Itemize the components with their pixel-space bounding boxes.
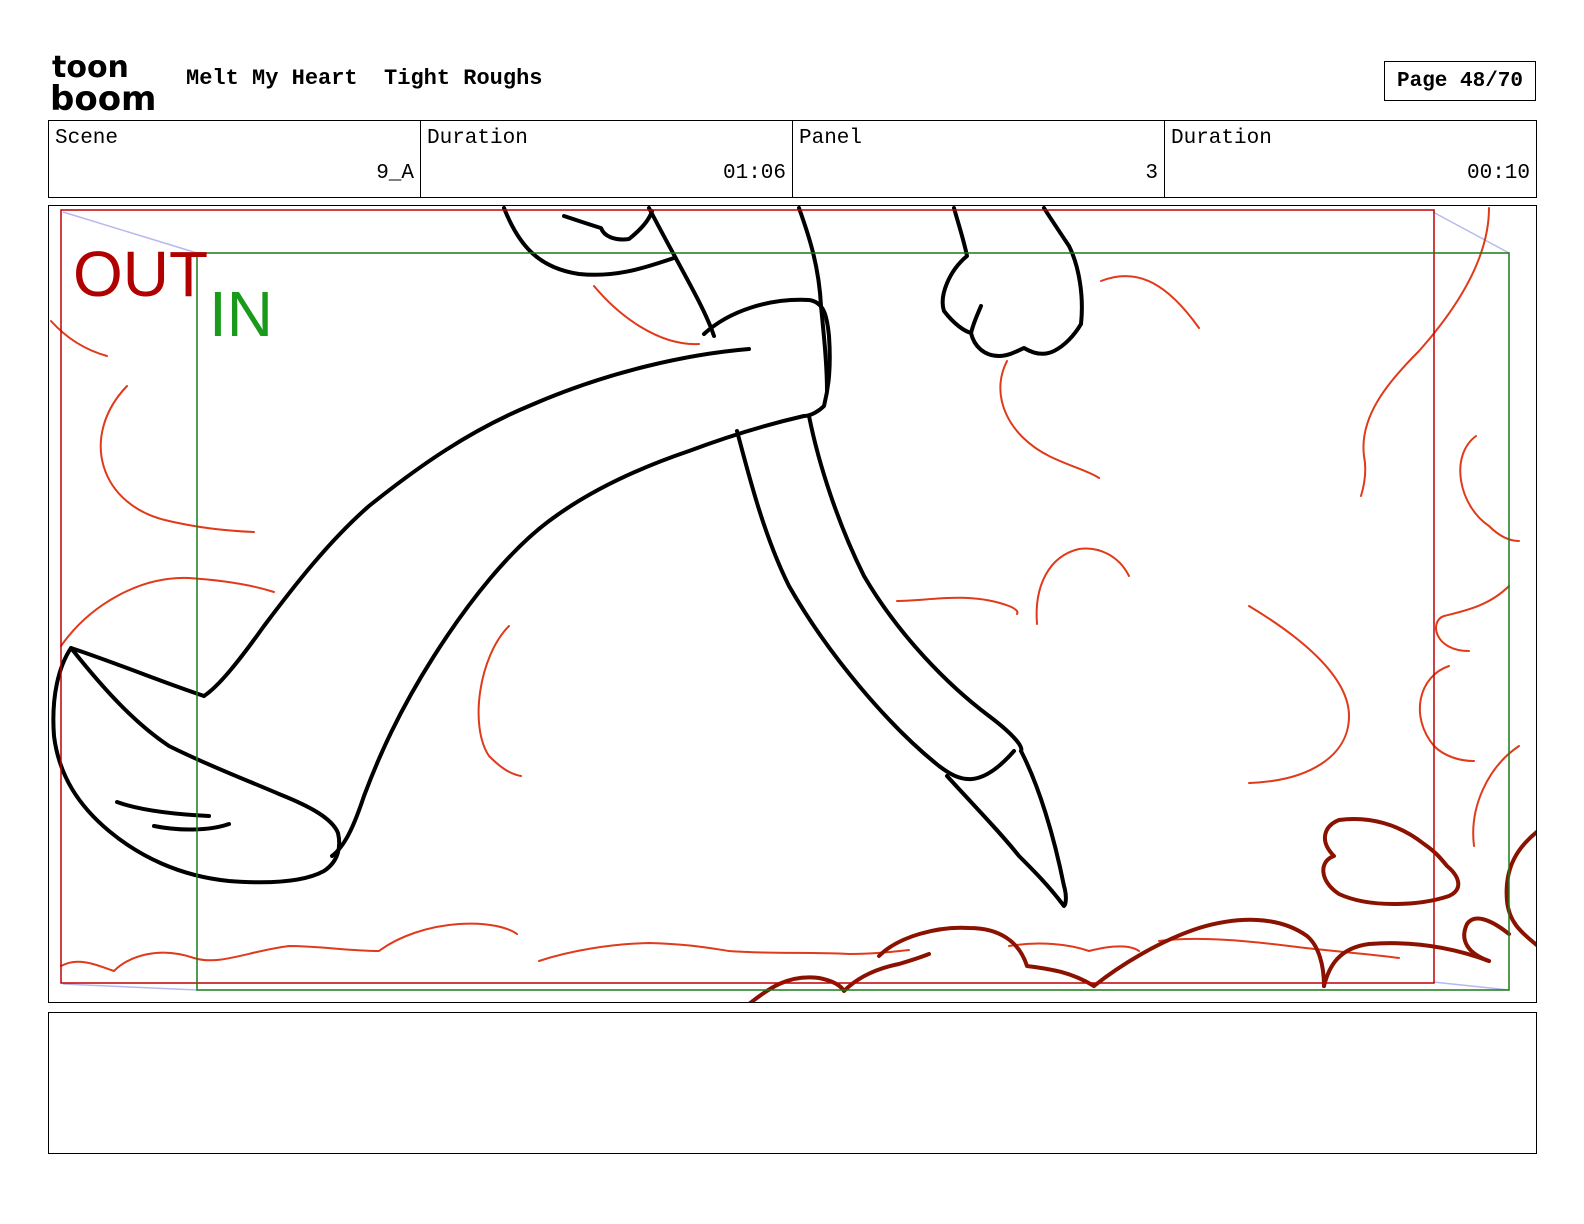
scene-duration-label: Duration [427, 127, 528, 150]
panel-label: Panel [799, 127, 863, 150]
page-label: Page 48/70 [1396, 69, 1524, 93]
info-table: Scene 9_A Duration 01:06 Panel 3 Duratio… [48, 120, 1537, 198]
in-label: IN [209, 278, 273, 350]
toonboom-logo: toon boom [50, 50, 166, 119]
scene-cell: Scene 9_A [49, 121, 421, 197]
scene-value: 9_A [376, 162, 414, 185]
header-title: Melt My Heart Tight Roughs [186, 66, 542, 91]
action-notes-box [48, 1012, 1537, 1154]
scene-label: Scene [55, 127, 119, 150]
panel-duration-value: 00:10 [1466, 162, 1530, 185]
panel-value: 3 [1145, 162, 1158, 185]
page-indicator: Page 48/70 [1384, 61, 1536, 101]
logo-text-bottom: boom [50, 79, 156, 114]
foreground-clouds [748, 817, 1536, 1002]
panel-duration-label: Duration [1171, 127, 1272, 150]
stage-label: Tight Roughs [384, 66, 543, 91]
character-line-art [51, 206, 1084, 908]
out-label: OUT [73, 238, 208, 310]
scene-duration-value: 01:06 [722, 162, 786, 185]
project-title: Melt My Heart [186, 66, 358, 91]
storyboard-panel: OUT IN [48, 205, 1537, 1003]
in-frame [196, 252, 1510, 991]
camera-corner-lines [62, 211, 1510, 991]
panel-drawing: OUT IN [50, 206, 1536, 1002]
scene-duration-cell: Duration 01:06 [421, 121, 793, 197]
panel-duration-cell: Duration 00:10 [1165, 121, 1536, 197]
panel-cell: Panel 3 [793, 121, 1165, 197]
